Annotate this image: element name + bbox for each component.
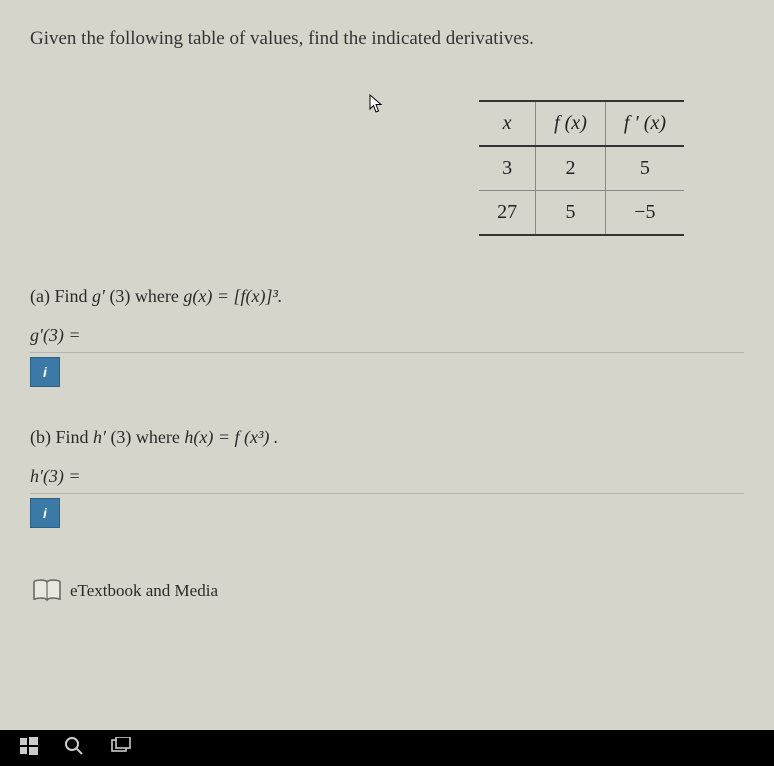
- book-icon: [30, 576, 64, 606]
- cell: 5: [605, 146, 684, 191]
- part-b-arg: (3) where: [106, 427, 184, 447]
- question-prompt: Given the following table of values, fin…: [30, 28, 744, 50]
- task-view-icon[interactable]: [110, 737, 132, 760]
- col-fpx: f ′ (x): [605, 101, 684, 146]
- part-b: (b) Find h′ (3) where h(x) = f (x³) .: [30, 427, 744, 448]
- col-x: x: [479, 101, 536, 146]
- cell: 2: [536, 146, 606, 191]
- table-row: 3 2 5: [479, 146, 684, 191]
- search-icon[interactable]: [64, 736, 84, 761]
- part-a-eq: g(x) = [f(x)]³.: [183, 286, 282, 306]
- part-b-prefix: (b) Find: [30, 427, 93, 447]
- info-button-b[interactable]: i: [30, 498, 60, 528]
- col-fx: f (x): [536, 101, 606, 146]
- table-row: 27 5 −5: [479, 191, 684, 236]
- part-a: (a) Find g′ (3) where g(x) = [f(x)]³.: [30, 286, 744, 307]
- cell: 5: [536, 191, 606, 236]
- part-a-gprime: g′: [92, 286, 105, 306]
- cell: 27: [479, 191, 536, 236]
- part-a-prefix: (a) Find: [30, 286, 92, 306]
- values-table: x f (x) f ′ (x) 3 2 5 27 5 −5: [479, 100, 684, 236]
- taskbar: [0, 730, 774, 766]
- windows-icon[interactable]: [20, 737, 38, 760]
- table-header-row: x f (x) f ′ (x): [479, 101, 684, 146]
- part-a-arg: (3) where: [105, 286, 183, 306]
- part-b-hprime: h′: [93, 427, 106, 447]
- cell: 3: [479, 146, 536, 191]
- answer-a-label: g′(3) =: [30, 325, 744, 353]
- textbook-label: eTextbook and Media: [70, 581, 218, 601]
- cell: −5: [605, 191, 684, 236]
- question-page: Given the following table of values, fin…: [0, 0, 774, 606]
- cursor-icon: [369, 94, 383, 119]
- table-wrap: x f (x) f ′ (x) 3 2 5 27 5 −5: [30, 100, 744, 236]
- answer-b-label: h′(3) =: [30, 466, 744, 494]
- part-b-eq: h(x) = f (x³) .: [184, 427, 278, 447]
- info-button-a[interactable]: i: [30, 357, 60, 387]
- textbook-link[interactable]: eTextbook and Media: [30, 576, 744, 606]
